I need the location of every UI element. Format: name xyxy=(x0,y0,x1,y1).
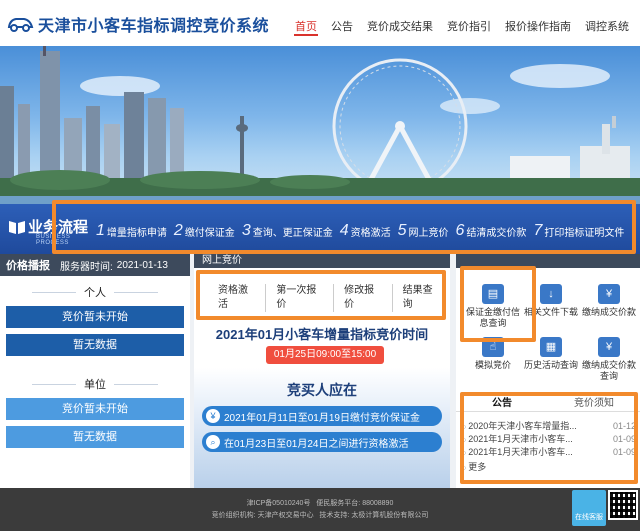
news-item[interactable]: 2021年1月天津市小客车...01-09 xyxy=(462,446,636,459)
tab-bid-notes[interactable]: 竞价须知 xyxy=(548,396,640,411)
personal-status-button[interactable]: 竞价暂未开始 xyxy=(6,306,184,328)
buyer-notice-title: 竞买人应在 xyxy=(287,382,357,398)
service-platform-phone: 88008890 xyxy=(362,500,394,507)
tab-qualification-activation[interactable]: 资格激活 xyxy=(208,284,267,312)
nav-announcements[interactable]: 公告 xyxy=(324,18,360,34)
online-bidding-title: 网上竞价 xyxy=(194,254,450,268)
service-payment-query[interactable]: ¥ 缴纳成交价款查询 xyxy=(580,337,638,382)
services-panel: ▤ 保证金缴付信息查询 ↓ 相关文件下载 ¥ 缴纳成交价款 ☝ 模拟竞价 ▦ 历史活动查询… xyxy=(456,254,640,488)
news-list: 2020年天津小客车增量指...01-12 2021年1月天津市小客车...01… xyxy=(462,420,636,473)
history-icon: ▦ xyxy=(540,337,562,357)
deposit-notice-text: 2021年01月11日至01月19日缴付竞价保证金 xyxy=(224,412,420,424)
buyer-notice-area: 竞买人应在 ¥ 2021年01月11日至01月19日缴付竞价保证金 ⌕ 在01月… xyxy=(194,368,450,488)
nav-bid-guide[interactable]: 竞价指引 xyxy=(440,18,498,34)
server-time-label: 服务器时间: xyxy=(60,261,113,273)
process-step-5[interactable]: 5 网上竞价 xyxy=(398,222,449,240)
nav-bid-results[interactable]: 竞价成交结果 xyxy=(360,18,440,34)
online-service-button[interactable]: 在线客服 xyxy=(572,490,606,526)
company-status-button[interactable]: 竞价暂未开始 xyxy=(6,398,184,420)
price-broadcast-title: 价格播报 xyxy=(6,260,50,272)
service-grid: ▤ 保证金缴付信息查询 ↓ 相关文件下载 ¥ 缴纳成交价款 ☝ 模拟竞价 ▦ 历史活动查询… xyxy=(464,284,640,382)
tab-announcements[interactable]: 公告 xyxy=(456,396,548,411)
nav-home[interactable]: 首页 xyxy=(288,18,324,36)
service-history-query[interactable]: ▦ 历史活动查询 xyxy=(522,337,580,382)
icp-number: 津ICP备05010240号 xyxy=(246,500,311,507)
personal-data-button[interactable]: 暂无数据 xyxy=(6,334,184,356)
online-bidding-panel: 网上竞价 资格激活 第一次报价 修改报价 结果查询 2021年01月小客车增量指… xyxy=(194,254,450,488)
process-step-4[interactable]: 4 资格激活 xyxy=(340,222,391,240)
personal-section-title: 个人 xyxy=(0,284,190,300)
process-label: 业务流程 BUSINESS PROCESS xyxy=(6,214,92,246)
main-nav: 首页 公告 竞价成交结果 竞价指引 报价操作指南 调控系统 xyxy=(288,18,636,36)
news-item[interactable]: 2020年天津小客车增量指...01-12 xyxy=(462,420,636,433)
qr-code xyxy=(608,490,638,520)
book-icon xyxy=(9,221,25,234)
car-logo-icon xyxy=(7,18,34,32)
process-subtitle: BUSINESS PROCESS xyxy=(36,234,71,246)
bid-time-badge: 01月25日09:00至15:00 xyxy=(266,346,384,364)
deposit-notice-pill: ¥ 2021年01月11日至01月19日缴付竞价保证金 xyxy=(202,406,442,426)
tab-result-query[interactable]: 结果查询 xyxy=(393,284,450,312)
company-section-title: 单位 xyxy=(0,376,190,392)
news-tabs: 公告 竞价须知 xyxy=(456,396,640,412)
skyline-illustration xyxy=(0,46,640,204)
online-service-label: 在线客服 xyxy=(575,514,603,521)
process-step-2[interactable]: 2 缴付保证金 xyxy=(174,222,235,240)
service-pay-price[interactable]: ¥ 缴纳成交价款 xyxy=(580,284,638,329)
site-header: 天津市小客车指标调控竞价系统 首页 公告 竞价成交结果 竞价指引 报价操作指南 … xyxy=(0,0,640,46)
organizer-label: 竞价组织机构: xyxy=(211,512,256,519)
deposit-info-icon: ▤ xyxy=(482,284,504,304)
site-logo[interactable]: 天津市小客车指标调控竞价系统 xyxy=(6,12,269,36)
nav-operation-guide[interactable]: 报价操作指南 xyxy=(498,18,578,34)
tech-support-label: 技术支持: xyxy=(319,512,350,519)
service-mock-bid[interactable]: ☝ 模拟竞价 xyxy=(464,337,522,382)
price-broadcast-panel: 价格播报 服务器时间: 2021-01-13 个人 竞价暂未开始 暂无数据 单位… xyxy=(0,254,190,488)
search-icon: ⌕ xyxy=(206,435,220,449)
process-step-1[interactable]: 1 增量指标申请 xyxy=(96,222,167,240)
activation-notice-pill: ⌕ 在01月23日至01月24日之间进行资格激活 xyxy=(202,432,442,452)
price-broadcast-header: 价格播报 服务器时间: 2021-01-13 xyxy=(0,254,190,276)
tab-first-bid[interactable]: 第一次报价 xyxy=(266,284,335,312)
bid-period-title: 2021年01月小客车增量指标竞价时间 xyxy=(215,327,429,342)
nav-control-system[interactable]: 调控系统 xyxy=(578,18,636,34)
services-header xyxy=(456,254,640,268)
organizer-name: 天津产权交易中心 xyxy=(257,512,314,519)
service-file-download[interactable]: ↓ 相关文件下载 xyxy=(522,284,580,329)
more-link[interactable]: 更多 xyxy=(462,460,636,473)
mock-bid-icon: ☝ xyxy=(482,337,504,357)
process-steps: 1 增量指标申请 2 缴付保证金 3 查询、更正保证金 4 资格激活 5 网上竞价 6 结清… xyxy=(96,222,631,240)
payment-icon: ¥ xyxy=(598,284,620,304)
payment-query-icon: ¥ xyxy=(598,337,620,357)
company-data-button[interactable]: 暂无数据 xyxy=(6,426,184,448)
site-title: 天津市小客车指标调控竞价系统 xyxy=(38,18,270,35)
process-step-6[interactable]: 6 结清成交价款 xyxy=(456,222,527,240)
service-deposit-query[interactable]: ▤ 保证金缴付信息查询 xyxy=(464,284,522,329)
tab-modify-bid[interactable]: 修改报价 xyxy=(334,284,393,312)
download-icon: ↓ xyxy=(540,284,562,304)
site-footer: 津ICP备05010240号 便民服务平台: 88008890 竞价组织机构: … xyxy=(0,488,640,531)
process-step-7[interactable]: 7 打印指标证明文件 xyxy=(533,222,624,240)
business-process-bar: 业务流程 BUSINESS PROCESS 1 增量指标申请 2 缴付保证金 3 查询… xyxy=(0,204,640,254)
news-item[interactable]: 2021年1月天津市小客车...01-09 xyxy=(462,433,636,446)
bidding-tabs: 资格激活 第一次报价 修改报价 结果查询 xyxy=(208,284,450,312)
service-platform-label: 便民服务平台: xyxy=(316,500,361,507)
server-time-value: 2021-01-13 xyxy=(116,259,168,271)
yen-icon: ¥ xyxy=(206,409,220,423)
process-step-3[interactable]: 3 查询、更正保证金 xyxy=(242,222,333,240)
activation-notice-text: 在01月23日至01月24日之间进行资格激活 xyxy=(224,438,409,450)
city-banner xyxy=(0,46,640,204)
tech-support-name: 太极计算机股份有限公司 xyxy=(351,512,429,519)
